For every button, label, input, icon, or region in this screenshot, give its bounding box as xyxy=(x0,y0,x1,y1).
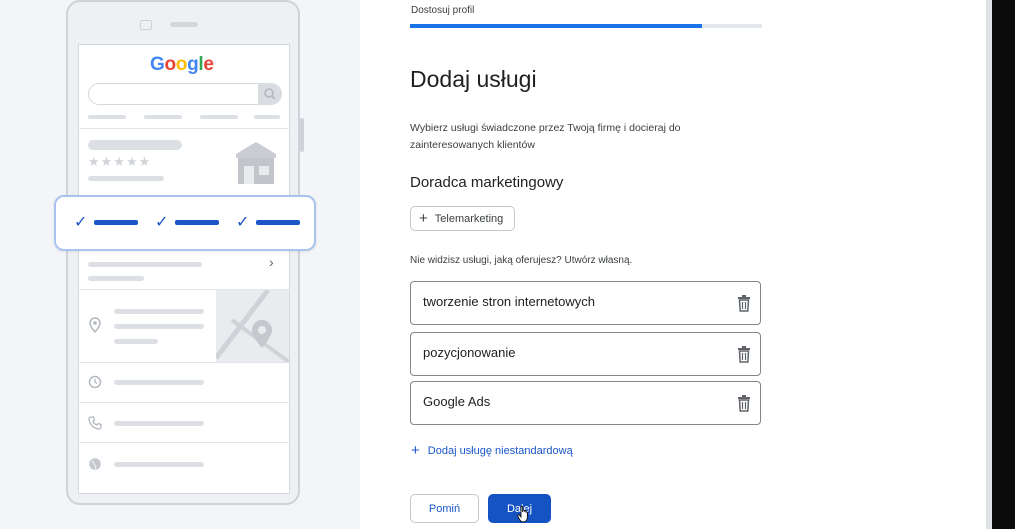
checklist-item: ✓ xyxy=(236,212,300,232)
phone-speaker xyxy=(170,22,198,27)
custom-service-input[interactable] xyxy=(423,345,713,360)
google-logo: Google xyxy=(150,54,214,75)
phone-text-placeholder xyxy=(114,462,204,467)
phone-tab-placeholder xyxy=(144,115,182,119)
service-chip-telemarketing[interactable]: + Telemarketing xyxy=(410,206,516,231)
phone-text-placeholder xyxy=(88,176,164,181)
checkmark-icon: ✓ xyxy=(155,214,169,231)
phone-search-icon xyxy=(258,83,282,105)
custom-service-prompt: Nie widzisz usługi, jaką oferujesz? Utwó… xyxy=(410,255,633,266)
plus-icon: + xyxy=(411,442,420,459)
phone-divider xyxy=(78,362,290,363)
globe-icon xyxy=(88,457,102,476)
plus-icon: + xyxy=(419,210,428,227)
phone-divider xyxy=(78,128,290,129)
checklist-item: ✓ xyxy=(74,212,138,232)
hand-cursor-icon xyxy=(517,505,528,523)
phone-text-placeholder xyxy=(88,276,144,281)
service-chip-label: Telemarketing xyxy=(434,212,504,225)
custom-service-input[interactable] xyxy=(423,294,713,309)
custom-service-input[interactable] xyxy=(423,394,713,409)
trash-icon[interactable] xyxy=(737,346,751,363)
phone-screen xyxy=(78,44,290,494)
phone-divider xyxy=(78,402,290,403)
custom-service-field xyxy=(410,332,761,376)
phone-tab-placeholder xyxy=(254,115,280,119)
phone-text-placeholder xyxy=(114,309,204,314)
phone-map-thumbnail xyxy=(214,288,291,364)
phone-tab-placeholder xyxy=(200,115,238,119)
trash-icon[interactable] xyxy=(737,295,751,312)
checklist-item: ✓ xyxy=(155,212,219,232)
phone-text-placeholder xyxy=(114,339,158,344)
add-custom-service-label: Dodaj usługę niestandardową xyxy=(427,444,573,457)
checkmark-icon: ✓ xyxy=(236,214,250,231)
clock-icon xyxy=(88,375,102,394)
phone-rating-stars: ★★★★★ xyxy=(88,154,152,169)
phone-text-placeholder xyxy=(88,262,202,267)
add-custom-service-link[interactable]: + Dodaj usługę niestandardową xyxy=(411,443,573,458)
trash-icon[interactable] xyxy=(737,395,751,412)
phone-illustration: Google ★★★★★ ✓ ✓ ✓ › xyxy=(0,0,360,529)
phone-side-button xyxy=(300,118,304,152)
phone-camera xyxy=(140,20,152,30)
phone-text-placeholder xyxy=(114,324,204,329)
phone-text-placeholder xyxy=(114,380,204,385)
phone-text-placeholder xyxy=(114,421,204,426)
location-pin-icon xyxy=(89,317,101,338)
phone-business-name-placeholder xyxy=(88,140,182,150)
phone-tab-placeholder xyxy=(88,115,126,119)
phone-divider xyxy=(78,442,290,443)
phone-search-bar xyxy=(88,83,280,105)
progress-step-label: Dostosuj profil xyxy=(411,5,475,16)
chevron-right-icon: › xyxy=(269,254,274,270)
business-category-heading: Doradca marketingowy xyxy=(410,174,564,191)
skip-button[interactable]: Pomiń xyxy=(410,494,479,523)
screen-bezel xyxy=(992,0,1015,529)
storefront-icon xyxy=(232,140,280,191)
progress-bar-fill xyxy=(410,24,703,28)
page-description: Wybierz usługi świadczone przez Twoją fi… xyxy=(410,122,681,151)
page-title: Dodaj usługi xyxy=(410,66,537,92)
phone-call-icon xyxy=(88,416,102,435)
custom-service-field xyxy=(410,381,761,425)
checkmark-icon: ✓ xyxy=(74,214,88,231)
custom-service-field xyxy=(410,281,761,325)
